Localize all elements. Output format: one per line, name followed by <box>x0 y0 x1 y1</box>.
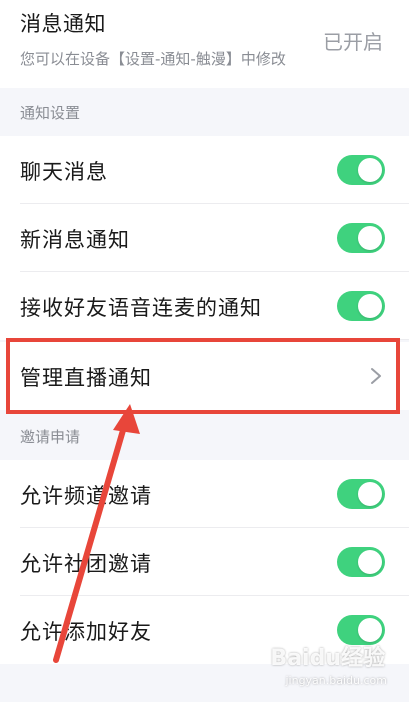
watermark-logo: Baidu经验 <box>270 646 385 671</box>
new-message-notification-toggle[interactable] <box>337 223 385 253</box>
notification-settings-screen: 消息通知 您可以在设备【设置-通知-触漫】中修改 已开启 通知设置 聊天消息 新… <box>0 0 409 702</box>
toggle-knob <box>358 226 382 250</box>
setting-row-manage-live-notification[interactable]: 管理直播通知 <box>0 342 409 410</box>
friend-voice-call-toggle[interactable] <box>337 291 385 321</box>
setting-row-allow-club-invite[interactable]: 允许社团邀请 <box>0 528 409 596</box>
notification-status-text: 已开启 <box>323 30 383 54</box>
section-header-notification-settings: 通知设置 <box>0 88 409 136</box>
setting-label: 允许社团邀请 <box>20 552 152 576</box>
setting-row-allow-channel-invite[interactable]: 允许频道邀请 <box>0 460 409 528</box>
setting-label: 允许添加好友 <box>20 620 152 644</box>
setting-row-new-message-notification[interactable]: 新消息通知 <box>0 204 409 272</box>
section-header-label: 通知设置 <box>20 104 81 122</box>
setting-label: 管理直播通知 <box>20 366 152 390</box>
message-notification-row[interactable]: 消息通知 您可以在设备【设置-通知-触漫】中修改 已开启 <box>0 0 409 88</box>
toggle-knob <box>358 158 382 182</box>
setting-label: 新消息通知 <box>20 228 130 252</box>
toggle-knob <box>358 550 382 574</box>
setting-row-chat-messages[interactable]: 聊天消息 <box>0 136 409 204</box>
watermark-url: jingyan.baidu.com <box>285 674 387 687</box>
row-divider <box>20 339 409 340</box>
setting-label: 聊天消息 <box>20 160 108 184</box>
chat-messages-toggle[interactable] <box>337 155 385 185</box>
setting-row-friend-voice-call-notification[interactable]: 接收好友语音连麦的通知 <box>0 272 409 340</box>
setting-label: 允许频道邀请 <box>20 484 152 508</box>
message-notification-title: 消息通知 <box>20 12 106 36</box>
setting-label: 接收好友语音连麦的通知 <box>20 296 262 320</box>
toggle-knob <box>358 294 382 318</box>
message-notification-hint: 您可以在设备【设置-通知-触漫】中修改 <box>20 50 286 68</box>
chevron-right-icon <box>371 368 381 384</box>
section-header-label: 邀请申请 <box>20 428 81 446</box>
section-header-invite-requests: 邀请申请 <box>0 412 409 460</box>
toggle-knob <box>358 482 382 506</box>
allow-channel-invite-toggle[interactable] <box>337 479 385 509</box>
allow-club-invite-toggle[interactable] <box>337 547 385 577</box>
toggle-knob <box>358 618 382 642</box>
